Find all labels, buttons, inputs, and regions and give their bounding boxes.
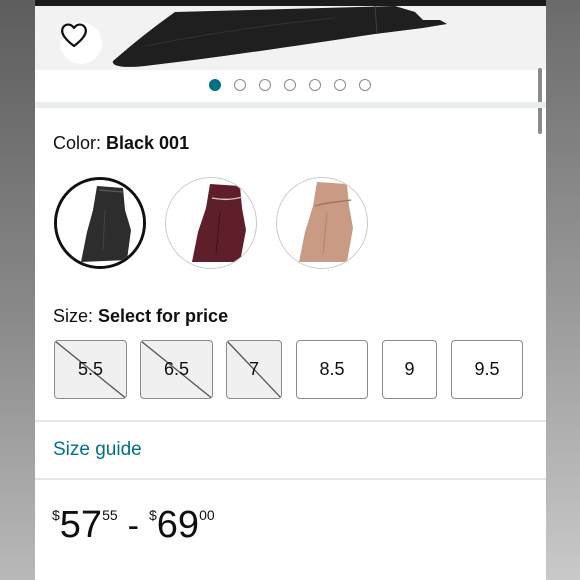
carousel-dot[interactable] <box>259 79 271 91</box>
size-option-label: 5.5 <box>77 359 104 379</box>
size-option-label: 9.5 <box>474 359 500 379</box>
carousel-dot[interactable] <box>359 79 371 91</box>
size-option-9[interactable]: 9 <box>382 340 437 399</box>
carousel-dot[interactable] <box>234 79 246 91</box>
carousel-dot[interactable] <box>284 79 296 91</box>
carousel-dot[interactable] <box>334 79 346 91</box>
size-option-9.5[interactable]: 9.5 <box>451 340 523 399</box>
price-separator: - <box>127 507 139 545</box>
currency-symbol: $ <box>148 507 157 523</box>
wishlist-button[interactable] <box>60 22 102 64</box>
burgundy-boot-thumbnail <box>166 178 255 267</box>
price-low-fraction: 55 <box>102 507 118 523</box>
price-high-fraction: 00 <box>199 507 215 523</box>
carousel-indicator <box>35 70 546 102</box>
size-option-label: 9 <box>404 359 415 379</box>
divider <box>35 478 546 480</box>
size-option-8.5[interactable]: 8.5 <box>296 340 368 399</box>
size-option-5.5[interactable]: 5.5 <box>54 340 127 399</box>
price-high-whole: 69 <box>156 504 200 546</box>
size-label: Size: Select for price <box>53 306 229 326</box>
size-prompt: Select for price <box>98 306 229 326</box>
carousel-dot[interactable] <box>209 79 221 91</box>
price-range: $5755- $6900 <box>52 506 215 544</box>
blurred-background-left <box>0 0 35 580</box>
boot-image <box>112 6 448 67</box>
price-low-whole: 57 <box>59 504 103 546</box>
selected-color: Black 001 <box>106 133 190 153</box>
product-page: Color: Black 001 Size: Select for price … <box>35 0 546 580</box>
color-swatch-black[interactable] <box>54 177 146 269</box>
blurred-background-right <box>545 0 580 580</box>
black-boot-thumbnail <box>57 180 143 266</box>
section-divider <box>35 102 546 108</box>
divider <box>35 420 546 422</box>
carousel-dot[interactable] <box>309 79 321 91</box>
nude-boot-thumbnail <box>277 178 366 267</box>
size-option-6.5[interactable]: 6.5 <box>140 340 213 399</box>
color-label: Color: Black 001 <box>53 133 190 153</box>
heart-icon <box>61 23 87 48</box>
size-guide-link[interactable]: Size guide <box>53 439 142 461</box>
currency-symbol: $ <box>52 507 60 523</box>
color-swatch-nude[interactable] <box>276 177 368 269</box>
size-option-label: 8.5 <box>319 359 345 379</box>
size-option-label: 6.5 <box>163 359 190 379</box>
size-option-7[interactable]: 7 <box>226 340 282 399</box>
product-image-carousel[interactable] <box>35 6 546 70</box>
scrollbar[interactable] <box>538 68 542 134</box>
size-option-label: 7 <box>248 359 259 379</box>
color-swatch-burgundy[interactable] <box>165 177 257 269</box>
